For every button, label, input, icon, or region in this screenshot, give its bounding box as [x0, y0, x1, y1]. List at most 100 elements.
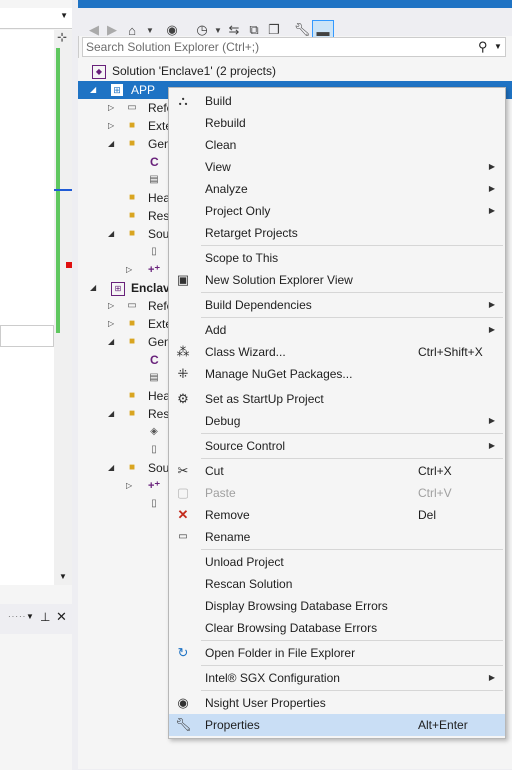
collapsed-icon[interactable]: ▷	[126, 477, 132, 495]
file-icon: ▯	[151, 246, 157, 257]
menu-item-rescan-solution[interactable]: Rescan Solution	[169, 573, 505, 595]
collapsed-icon[interactable]: ▷	[126, 261, 132, 279]
file-icon: ▯	[151, 444, 157, 455]
menu-item-unload-project[interactable]: Unload Project	[169, 551, 505, 573]
menu-item-properties[interactable]: 🔧︎ Properties Alt+Enter	[169, 714, 505, 736]
menu-item-manage-nuget[interactable]: ⁜ Manage NuGet Packages...	[169, 363, 505, 385]
menu-item-label: Open Folder in File Explorer	[205, 646, 356, 660]
chevron-down-icon[interactable]: ▼	[494, 42, 502, 51]
menu-item-rename[interactable]: ▭ Rename	[169, 526, 505, 548]
menu-item-label: View	[205, 160, 231, 174]
refresh-folder-icon: ↻	[177, 645, 189, 660]
edl-file-icon: ◈	[150, 426, 158, 437]
menu-item-class-wizard[interactable]: ⁂ Class Wizard... Ctrl+Shift+X	[169, 341, 505, 363]
menu-item-label: Project Only	[205, 204, 271, 218]
cpp-file-icon: C	[150, 155, 159, 169]
menu-item-debug[interactable]: Debug ▶	[169, 410, 505, 432]
split-icon[interactable]: ⊹	[57, 30, 67, 44]
folder-icon: ■	[128, 192, 136, 203]
menu-item-source-control[interactable]: Source Control ▶	[169, 435, 505, 457]
paste-icon: ▢	[176, 485, 190, 500]
tree-solution-row[interactable]: ◆ Solution 'Enclave1' (2 projects)	[92, 62, 392, 80]
menu-item-scope-to-this[interactable]: Scope to This	[169, 247, 505, 269]
scissors-icon: ✂	[177, 463, 189, 478]
menu-item-clear-browsing-errors[interactable]: Clear Browsing Database Errors	[169, 617, 505, 639]
expanded-icon[interactable]: ◢	[108, 459, 114, 477]
menu-item-cut[interactable]: ✂ Cut Ctrl+X	[169, 460, 505, 482]
menu-separator	[201, 317, 503, 318]
scroll-down-icon[interactable]: ▼	[59, 572, 67, 581]
submenu-arrow-icon: ▶	[488, 300, 495, 309]
menu-separator	[201, 458, 503, 459]
menu-item-retarget-projects[interactable]: Retarget Projects	[169, 222, 505, 244]
menu-item-view[interactable]: View ▶	[169, 156, 505, 178]
gear-icon: ⚙	[177, 391, 189, 406]
tree-project-enclave[interactable]: ◢ ⊞ Enclave	[78, 279, 178, 297]
expanded-icon[interactable]: ◢	[108, 225, 114, 243]
menu-item-shortcut: Ctrl+V	[418, 486, 452, 500]
solution-icon: ◆	[92, 65, 106, 79]
menu-item-new-solution-explorer-view[interactable]: ▣ New Solution Explorer View	[169, 269, 505, 291]
menu-separator	[201, 292, 503, 293]
menu-item-label: Retarget Projects	[205, 226, 298, 240]
new-view-icon: ▣	[176, 272, 190, 287]
menu-item-shortcut: Ctrl+Shift+X	[418, 345, 483, 359]
menu-item-label: Debug	[205, 414, 241, 428]
menu-item-shortcut: Ctrl+X	[418, 464, 452, 478]
menu-item-build-dependencies[interactable]: Build Dependencies ▶	[169, 294, 505, 316]
menu-item-label: Build	[205, 94, 232, 108]
search-icon[interactable]: ⚲	[478, 39, 488, 55]
menu-item-open-folder[interactable]: ↻ Open Folder in File Explorer	[169, 642, 505, 664]
expanded-icon[interactable]: ◢	[108, 135, 114, 153]
menu-item-display-browsing-errors[interactable]: Display Browsing Database Errors	[169, 595, 505, 617]
collapsed-icon[interactable]: ▷	[108, 315, 114, 333]
menu-item-set-startup[interactable]: ⚙ Set as StartUp Project	[169, 388, 505, 410]
menu-item-label: Rebuild	[205, 116, 246, 130]
close-icon[interactable]: ✕	[56, 609, 67, 625]
expanded-icon[interactable]: ◢	[90, 279, 96, 297]
solution-explorer-toolbar: ◀ ▶ ⌂ ▼ ◉ ◷ ▼ ⇆ ⧉ ❐ 🔧︎ ▬	[78, 8, 512, 42]
menu-item-add[interactable]: Add ▶	[169, 319, 505, 341]
pin-icon[interactable]: ⊥	[40, 610, 50, 624]
expanded-icon[interactable]: ◢	[108, 333, 114, 351]
collapsed-icon[interactable]: ▷	[108, 297, 114, 315]
menu-item-nsight-properties[interactable]: ◉ Nsight User Properties	[169, 692, 505, 714]
cpp-plus-icon: +⁺	[148, 264, 161, 276]
menu-item-clean[interactable]: Clean	[169, 134, 505, 156]
editor-dropdown[interactable]: ▼	[0, 8, 72, 29]
menu-item-analyze[interactable]: Analyze ▶	[169, 178, 505, 200]
menu-item-build[interactable]: ⛬ Build	[169, 90, 505, 112]
menu-item-label: Rename	[205, 530, 251, 544]
submenu-arrow-icon: ▶	[488, 184, 495, 193]
menu-item-label: Scope to This	[205, 251, 279, 265]
error-marker	[66, 262, 72, 268]
menu-item-sgx-configuration[interactable]: Intel® SGX Configuration ▶	[169, 667, 505, 689]
expanded-icon[interactable]: ◢	[90, 81, 96, 99]
menu-separator	[201, 549, 503, 550]
menu-item-rebuild[interactable]: Rebuild	[169, 112, 505, 134]
search-placeholder: Search Solution Explorer (Ctrl+;)	[86, 40, 260, 54]
collapsed-icon[interactable]: ▷	[108, 117, 114, 135]
collapsed-icon[interactable]: ▷	[108, 99, 114, 117]
menu-item-label: Clean	[205, 138, 237, 152]
chevron-down-icon: ▼	[60, 11, 68, 20]
folder-icon: ■	[128, 120, 136, 131]
menu-item-project-only[interactable]: Project Only ▶	[169, 200, 505, 222]
folder-icon: ■	[128, 138, 136, 149]
menu-item-remove[interactable]: ✕ Remove Del	[169, 504, 505, 526]
editor-input[interactable]	[0, 325, 54, 347]
menu-item-label: Analyze	[205, 182, 248, 196]
submenu-arrow-icon: ▶	[488, 416, 495, 425]
menu-item-label: Remove	[205, 508, 250, 522]
wrench-icon: 🔧︎	[175, 717, 192, 732]
editor-area[interactable]	[0, 30, 55, 585]
nsight-icon: ◉	[177, 695, 189, 710]
chevron-down-icon[interactable]: ▼	[26, 612, 34, 621]
header-file-icon: ▤	[149, 174, 159, 185]
solution-label: Solution 'Enclave1' (2 projects)	[112, 64, 276, 78]
tree-item-label: Hea	[148, 191, 171, 205]
remove-icon: ✕	[177, 507, 189, 522]
menu-item-label: Build Dependencies	[205, 298, 312, 312]
expanded-icon[interactable]: ◢	[108, 405, 114, 423]
folder-icon: ■	[128, 228, 136, 239]
